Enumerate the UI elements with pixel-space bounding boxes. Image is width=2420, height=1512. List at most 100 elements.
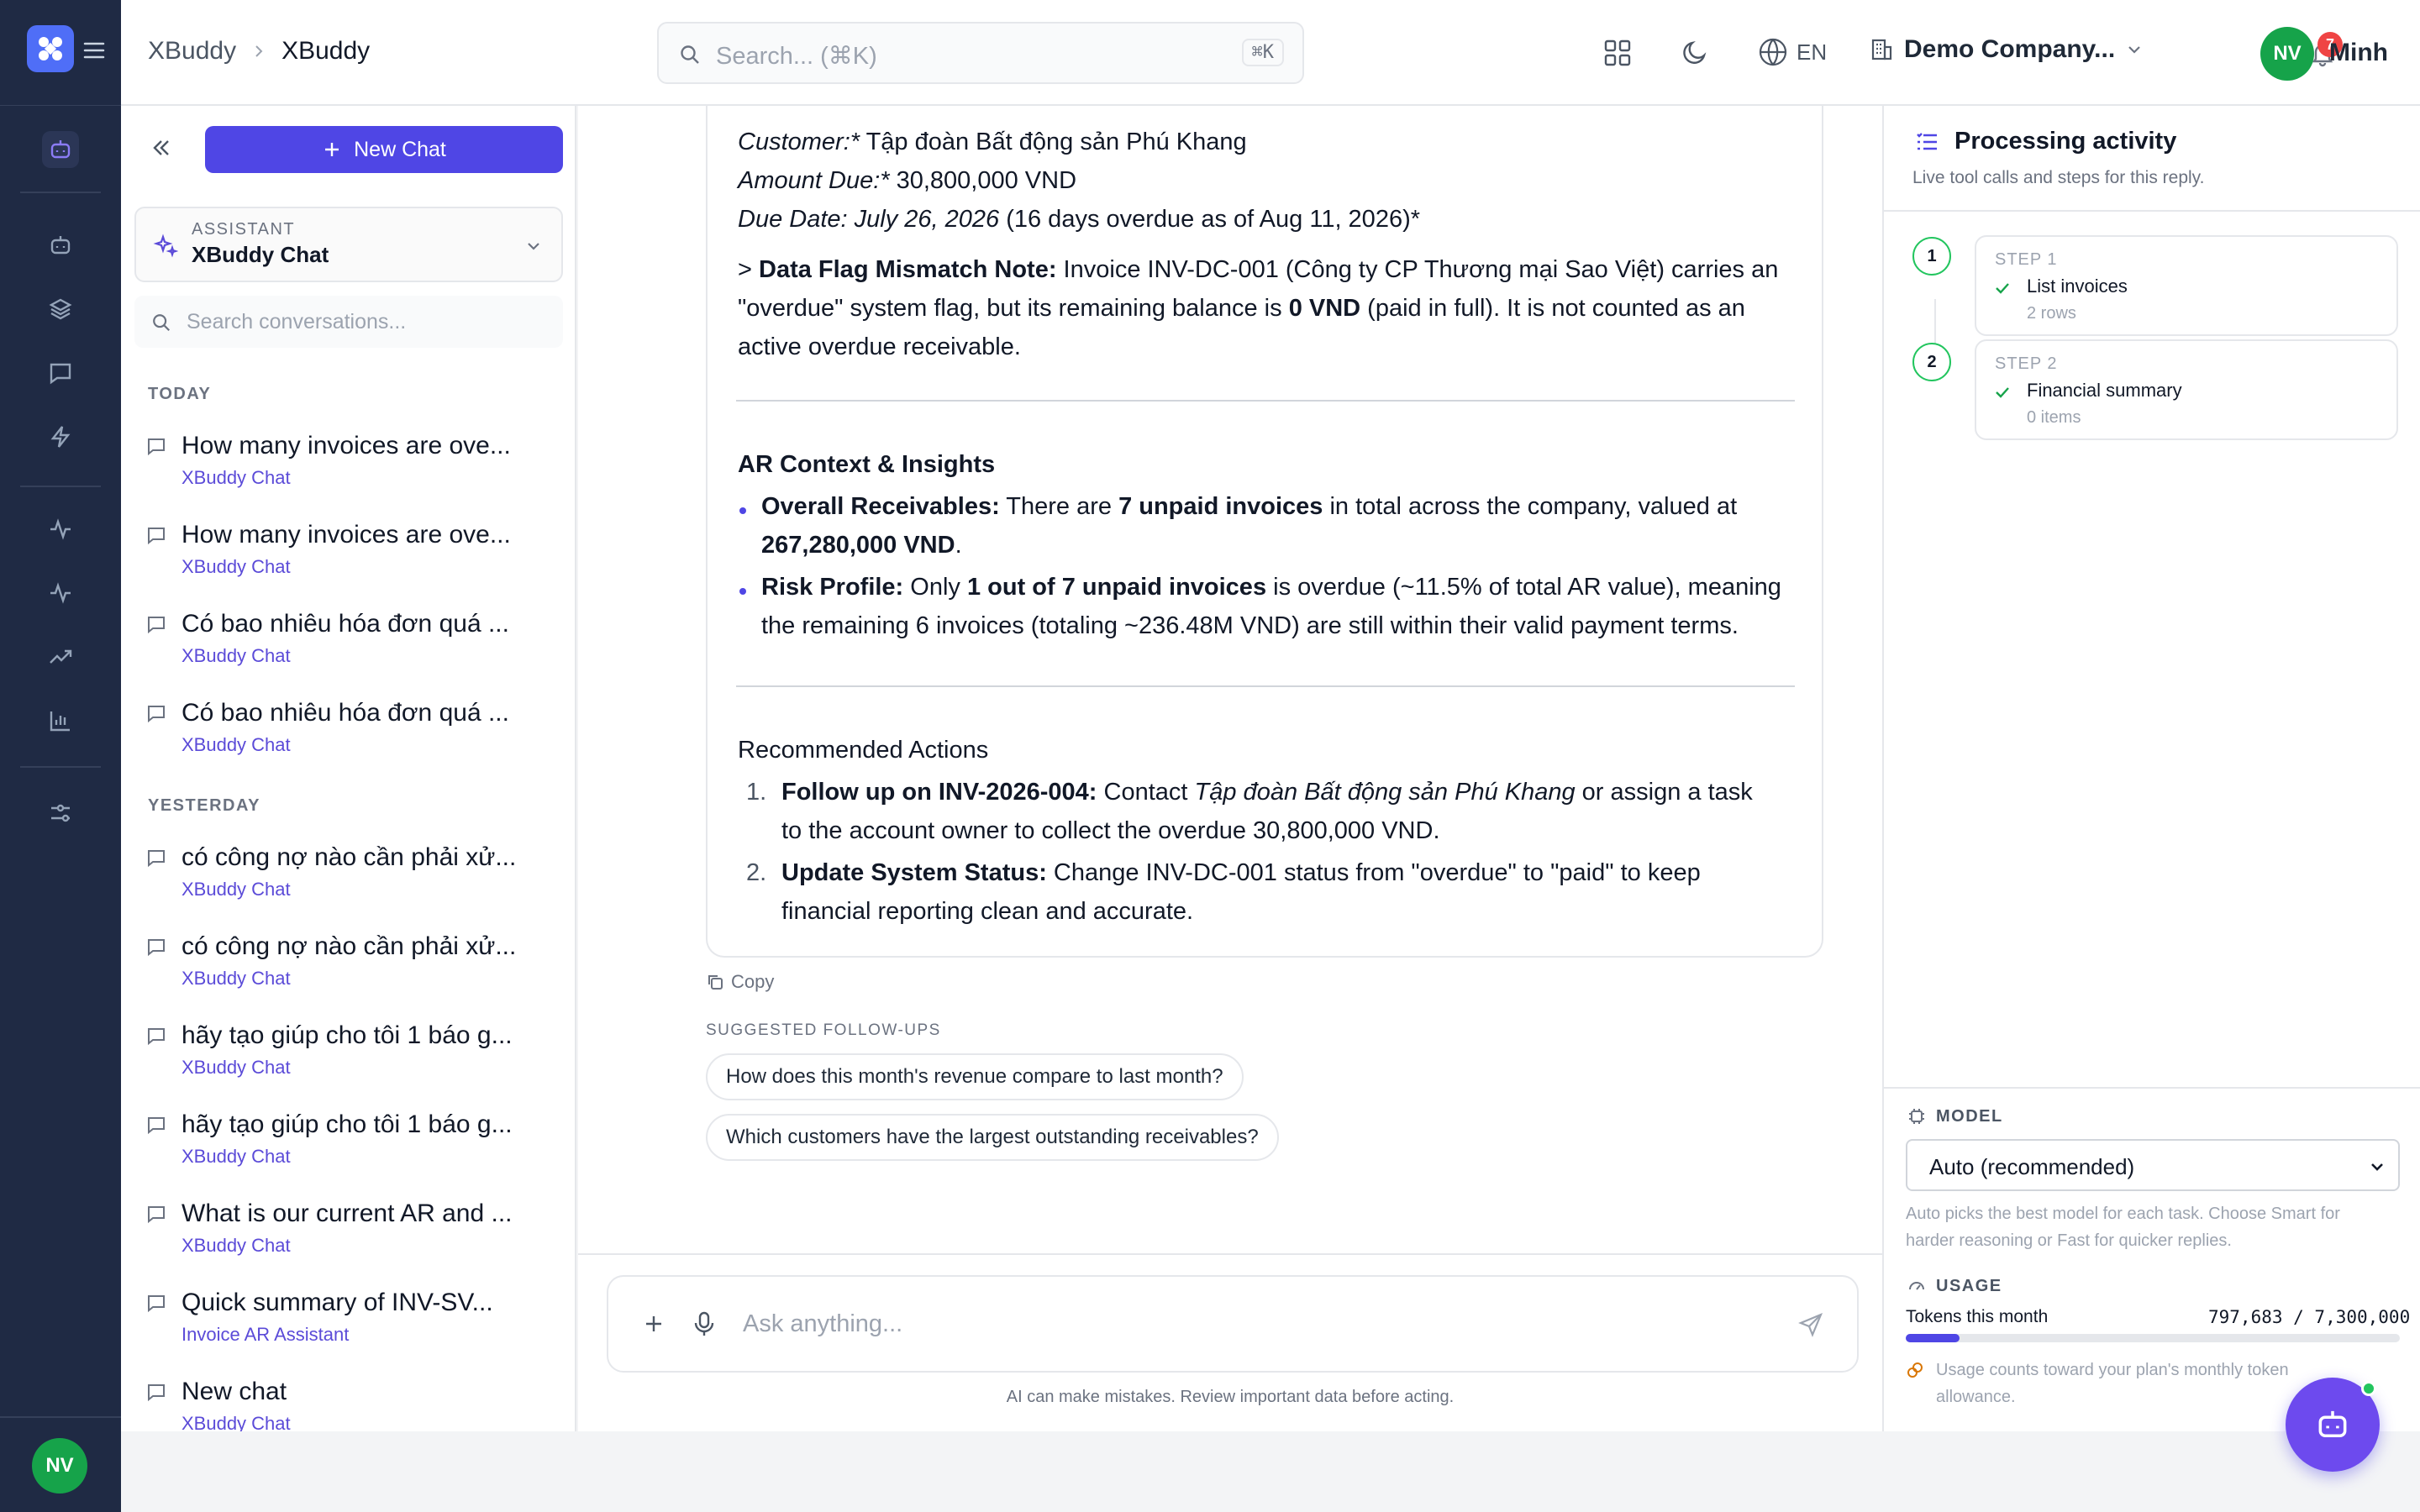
conversation-search[interactable]: Search conversations... xyxy=(134,296,563,348)
breadcrumb-root[interactable]: XBuddy xyxy=(148,37,236,66)
chevron-down-icon xyxy=(524,237,543,255)
divider xyxy=(736,685,1795,687)
step-name: Financial summary xyxy=(2027,380,2182,401)
usage-bar-fill xyxy=(1906,1334,1960,1342)
context-heading: AR Context & Insights xyxy=(738,451,996,478)
composer-input[interactable]: Ask anything... xyxy=(743,1310,902,1338)
message-icon xyxy=(146,526,166,546)
company-name: Demo Company... xyxy=(1904,35,2116,63)
conversation-title: How many invoices are ove... xyxy=(182,521,511,549)
breadcrumb: XBuddy XBuddy xyxy=(148,37,370,66)
list-steps-icon xyxy=(1914,129,1939,155)
activity-title: Processing activity xyxy=(1954,128,2177,155)
settings-sliders-icon[interactable] xyxy=(42,795,79,832)
message-icon xyxy=(146,1383,166,1403)
breadcrumb-current: XBuddy xyxy=(281,37,371,65)
conversation-title: hãy tạo giúp cho tôi 1 báo g... xyxy=(182,1110,513,1138)
header-avatar[interactable]: NV xyxy=(2260,27,2314,81)
app-logo[interactable] xyxy=(27,25,74,72)
copy-icon xyxy=(706,973,724,991)
composer[interactable]: Ask anything... xyxy=(607,1275,1859,1373)
conversation-assistant: XBuddy Chat xyxy=(182,734,291,755)
conversation-title: Quick summary of INV-SV... xyxy=(182,1289,493,1316)
shortcut-badge: ⌘K xyxy=(1241,39,1284,66)
assistant-nav-icon[interactable] xyxy=(42,227,79,264)
message-icon xyxy=(146,848,166,869)
step-number: 1 xyxy=(1912,237,1951,276)
lightning-icon[interactable] xyxy=(42,418,79,455)
action-follow-up: Follow up on INV-2026-004: Contact Tập đ… xyxy=(781,779,1753,806)
bullet-dot xyxy=(739,588,746,595)
new-chat-label: New Chat xyxy=(354,137,446,161)
microphone-icon[interactable] xyxy=(692,1310,716,1337)
send-icon[interactable] xyxy=(1798,1312,1823,1337)
search-icon xyxy=(679,44,701,66)
bot-nav-icon[interactable] xyxy=(42,131,79,168)
conversation-assistant: XBuddy Chat xyxy=(182,467,291,488)
tokens-label: Tokens this month xyxy=(1906,1307,2049,1326)
conversation-search-placeholder[interactable]: Search conversations... xyxy=(187,310,406,334)
usage-note-line2: allowance. xyxy=(1936,1388,2016,1406)
copy-label: Copy xyxy=(731,971,775,992)
activity-icon[interactable] xyxy=(42,511,79,548)
check-icon xyxy=(1993,383,2012,402)
trending-up-icon[interactable] xyxy=(42,638,79,675)
bar-chart-icon[interactable] xyxy=(42,702,79,739)
message-icon xyxy=(146,1205,166,1225)
new-chat-button[interactable]: New Chat xyxy=(205,126,563,173)
chevron-right-icon xyxy=(251,44,266,59)
copy-button[interactable]: Copy xyxy=(706,971,774,993)
logo-icon xyxy=(39,37,62,60)
user-avatar[interactable]: NV xyxy=(32,1438,87,1494)
search-placeholder[interactable]: Search... (⌘K) xyxy=(716,41,877,71)
model-select[interactable]: Auto (recommended) xyxy=(1906,1139,2400,1191)
layers-icon[interactable] xyxy=(42,291,79,328)
model-help-line2: harder reasoning or Fast for quicker rep… xyxy=(1906,1231,2232,1250)
chat-nav-icon[interactable] xyxy=(42,354,79,391)
step-card[interactable]: STEP 1 List invoices 2 rows xyxy=(1975,235,2398,336)
chip-icon xyxy=(1907,1107,1926,1126)
followups-label: SUGGESTED FOLLOW-UPS xyxy=(706,1021,941,1039)
assistant-label: ASSISTANT xyxy=(192,220,296,239)
chevron-down-icon xyxy=(2368,1158,2386,1176)
action-number: 1. xyxy=(746,779,767,806)
followup-chip[interactable]: How does this month's revenue compare to… xyxy=(706,1053,1244,1100)
pulse-icon[interactable] xyxy=(42,575,79,612)
language-switch[interactable]: EN xyxy=(1758,37,1827,67)
user-name[interactable]: Minh xyxy=(2329,39,2388,67)
company-switcher[interactable]: Demo Company... xyxy=(1869,35,2144,64)
activity-subtitle: Live tool calls and steps for this reply… xyxy=(1912,168,2205,187)
moon-icon[interactable] xyxy=(1681,39,1709,67)
due-date-line: Due Date: July 26, 2026 (16 days overdue… xyxy=(738,206,1421,233)
message-icon xyxy=(146,937,166,958)
assistant-selector[interactable]: ASSISTANT XBuddy Chat xyxy=(134,207,563,282)
conversation-assistant: XBuddy Chat xyxy=(182,879,291,900)
action-follow-up-line2: to the account owner to collect the over… xyxy=(781,817,1440,844)
globe-icon xyxy=(1758,37,1788,67)
followup-chip[interactable]: Which customers have the largest outstan… xyxy=(706,1114,1279,1161)
section-today: TODAY xyxy=(148,385,212,403)
amount-line: Amount Due:* 30,800,000 VND xyxy=(738,167,1077,194)
flag-note: > Data Flag Mismatch Note: Invoice INV-D… xyxy=(738,256,1779,283)
disclaimer: AI can make mistakes. Review important d… xyxy=(1006,1388,1455,1406)
collapse-sidebar-icon[interactable] xyxy=(150,136,173,160)
conversation-title: What is our current AR and ... xyxy=(182,1200,513,1227)
conversation-title: hãy tạo giúp cho tôi 1 báo g... xyxy=(182,1021,513,1049)
apps-grid-icon[interactable] xyxy=(1603,39,1632,67)
chat-main: Customer:* Tập đoàn Bất động sản Phú Kha… xyxy=(578,106,1882,1431)
step-card[interactable]: STEP 2 Financial summary 0 items xyxy=(1975,339,2398,440)
action-update-status: Update System Status: Change INV-DC-001 … xyxy=(781,859,1701,886)
flag-note-line3: active overdue receivable. xyxy=(738,333,1021,360)
usage-note: Usage counts toward your plan's monthly … xyxy=(1936,1361,2289,1379)
plus-icon[interactable] xyxy=(642,1312,666,1336)
conversation-assistant: Invoice AR Assistant xyxy=(182,1324,350,1345)
message-icon xyxy=(146,704,166,724)
menu-icon[interactable] xyxy=(82,39,106,62)
message-icon xyxy=(146,1116,166,1136)
step-label: STEP 2 xyxy=(1995,354,2058,373)
assistant-name: XBuddy Chat xyxy=(192,242,329,267)
conversation-assistant: XBuddy Chat xyxy=(182,556,291,577)
customer-line: Customer:* Tập đoàn Bất động sản Phú Kha… xyxy=(738,129,1247,155)
global-search[interactable]: Search... (⌘K) ⌘K xyxy=(657,22,1304,84)
action-update-status-line2: financial reporting clean and accurate. xyxy=(781,898,1194,925)
